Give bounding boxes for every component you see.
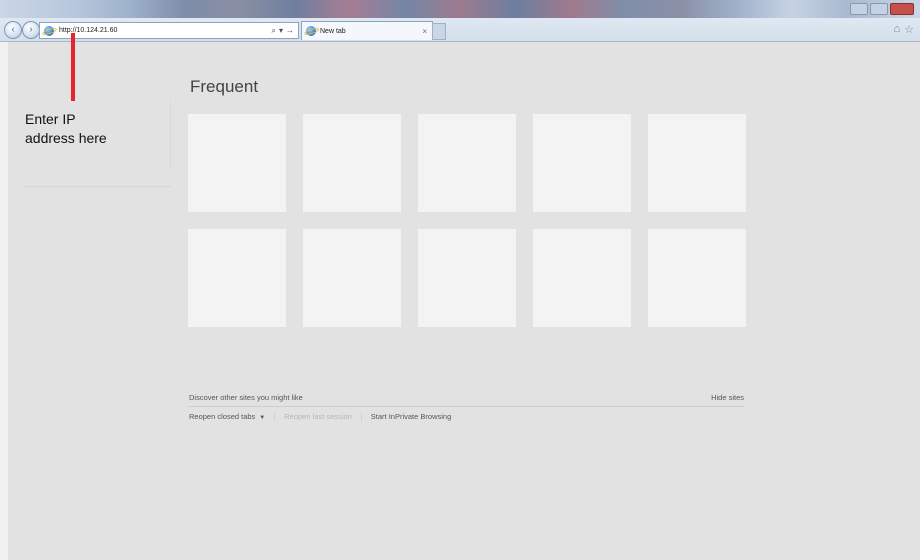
reopen-closed-tabs-link[interactable]: Reopen closed tabs ▼ [189, 412, 265, 421]
frequent-tile[interactable] [303, 229, 401, 327]
left-edge [0, 42, 8, 560]
start-inprivate-link[interactable]: Start InPrivate Browsing [371, 412, 451, 421]
tab-close-icon[interactable]: × [422, 27, 427, 36]
annotation-divider-vertical [170, 100, 171, 170]
favorites-icon[interactable]: ☆ [904, 23, 914, 36]
forward-icon: › [29, 24, 33, 35]
reopen-last-session-link: Reopen last session [284, 412, 352, 421]
annotation-pointer-line [71, 33, 75, 101]
back-icon: ‹ [11, 24, 15, 35]
annotation-line1: Enter IP [25, 111, 76, 127]
frequent-tile[interactable] [418, 114, 516, 212]
discover-row: Discover other sites you might like Hide… [188, 392, 744, 407]
window-controls [850, 3, 914, 15]
tab-ie-icon [306, 26, 316, 36]
new-tab-button[interactable] [432, 23, 446, 40]
address-actions: ⌕ ▾ → [272, 26, 295, 36]
maximize-button[interactable] [870, 3, 888, 15]
frequent-tile[interactable] [188, 229, 286, 327]
ie-page-icon [44, 25, 54, 36]
hide-sites-link[interactable]: Hide sites [711, 393, 744, 402]
annotation-line2: address here [25, 130, 107, 146]
frequent-tile[interactable] [648, 229, 746, 327]
discover-sites-link[interactable]: Discover other sites you might like [189, 393, 303, 402]
forward-button[interactable]: › [22, 21, 40, 39]
address-url[interactable]: http://10.124.21.60 [59, 27, 272, 34]
tab-label: New tab [320, 27, 346, 35]
frequent-tiles-grid [188, 114, 746, 327]
close-window-button[interactable] [890, 3, 914, 15]
go-arrow-icon[interactable]: → [286, 26, 294, 35]
annotation-divider [23, 186, 171, 187]
bottom-links: Reopen closed tabs ▼ Reopen last session … [189, 412, 451, 421]
address-bar[interactable]: http://10.124.21.60 ⌕ ▾ → [39, 22, 299, 39]
annotation-text: Enter IP address here [25, 110, 165, 148]
back-button[interactable]: ‹ [4, 21, 22, 39]
frequent-tile[interactable] [418, 229, 516, 327]
reopen-closed-tabs-label: Reopen closed tabs [189, 412, 256, 421]
search-icon[interactable]: ⌕ [272, 26, 276, 36]
frequent-tile[interactable] [188, 114, 286, 212]
dropdown-icon[interactable]: ▾ [279, 26, 283, 35]
page-title: Frequent [190, 77, 259, 96]
home-icon[interactable]: ⌂ [893, 23, 900, 36]
frequent-tile[interactable] [533, 114, 631, 212]
minimize-button[interactable] [850, 3, 868, 15]
link-divider [360, 412, 362, 421]
toolbar-icons: ⌂ ☆ [893, 23, 914, 36]
link-divider [274, 412, 276, 421]
caret-down-icon: ▼ [259, 415, 266, 421]
frequent-tile[interactable] [533, 229, 631, 327]
frequent-tile[interactable] [648, 114, 746, 212]
frequent-tile[interactable] [303, 114, 401, 212]
tab-new-tab[interactable]: New tab × [301, 21, 433, 40]
